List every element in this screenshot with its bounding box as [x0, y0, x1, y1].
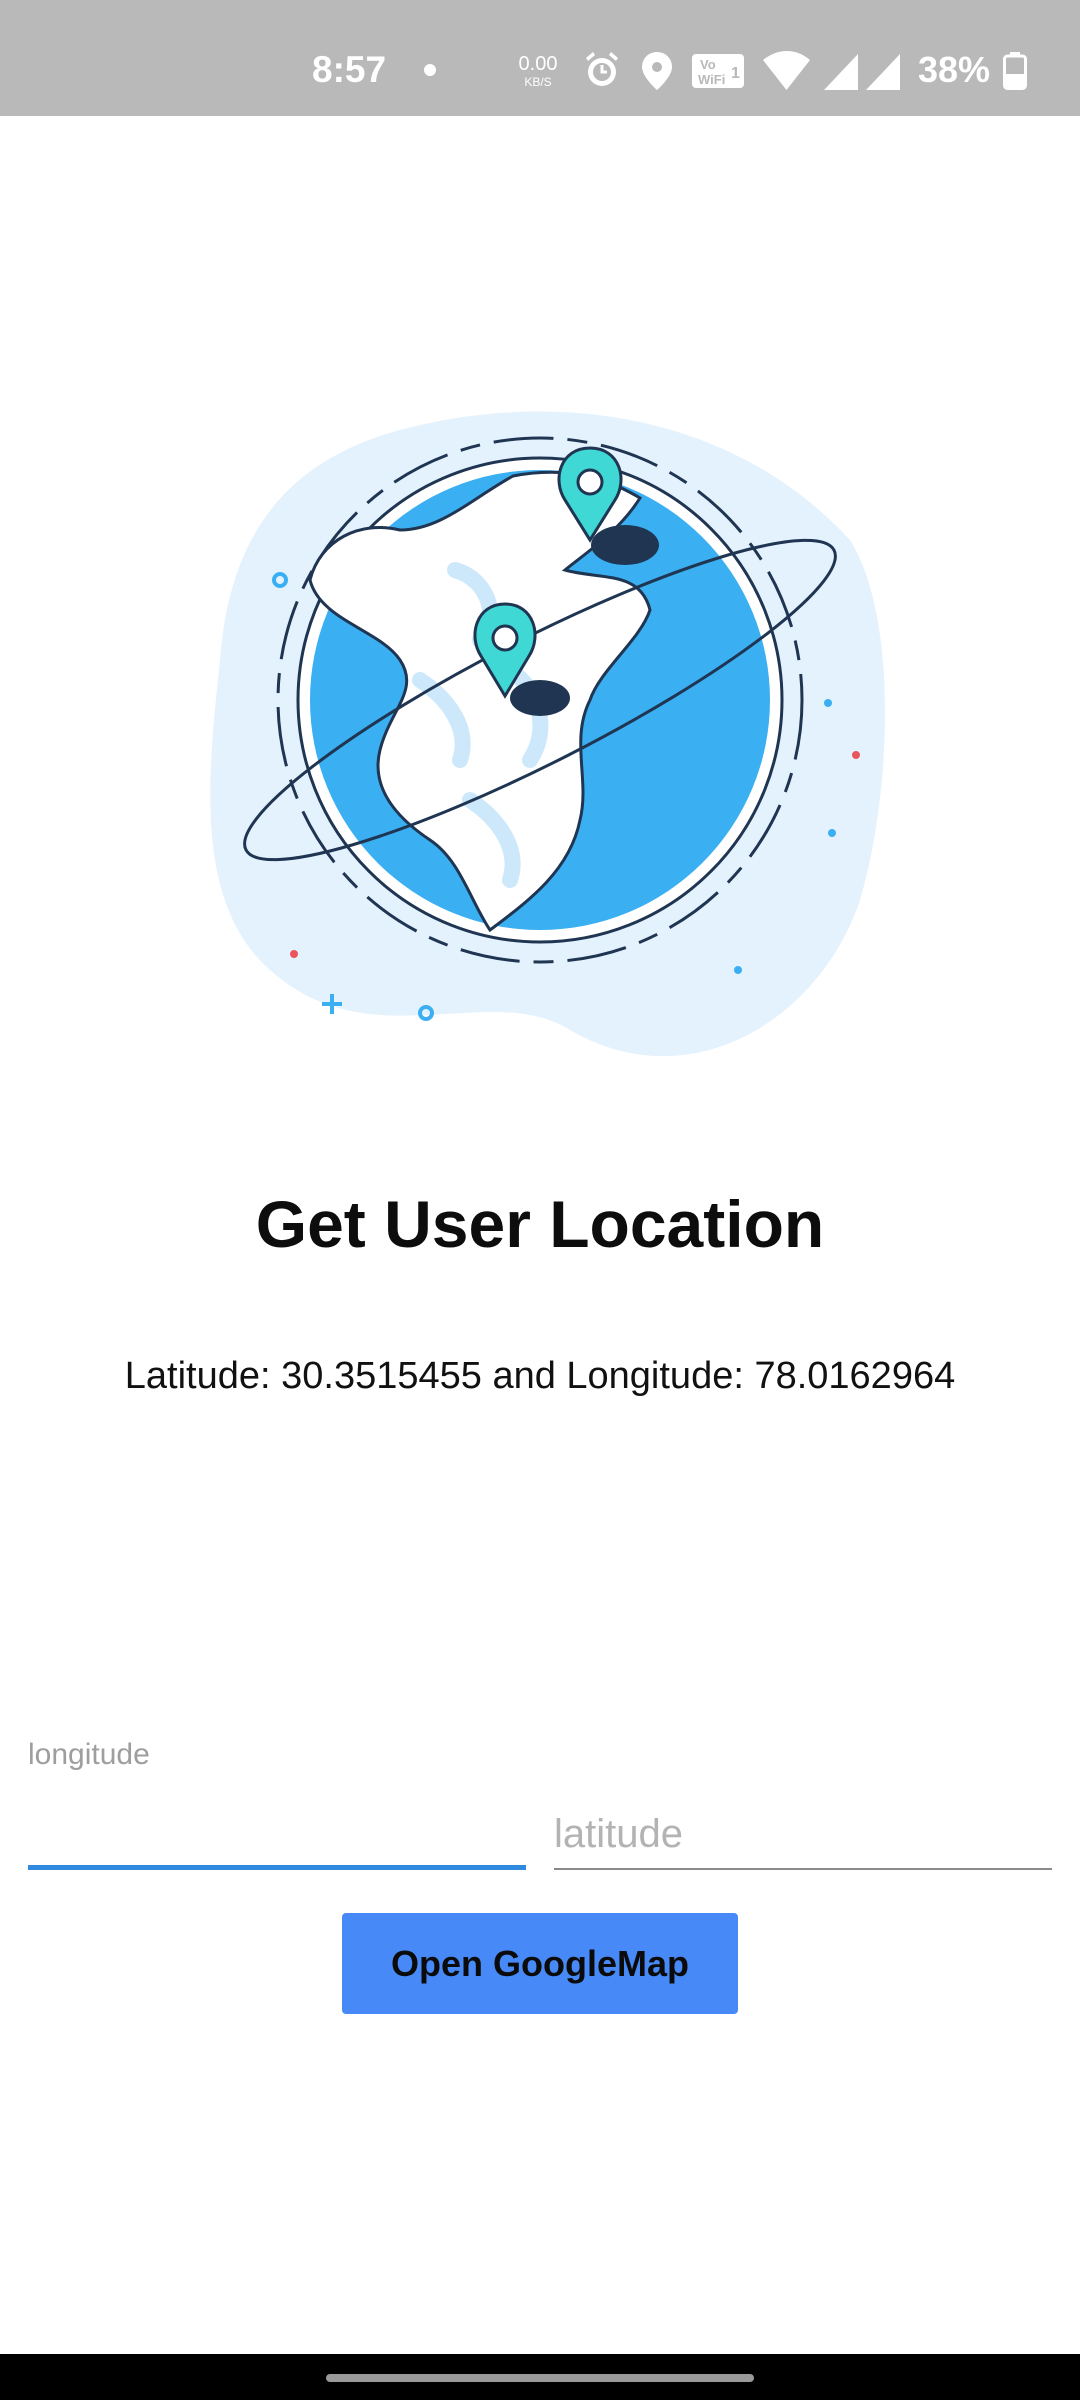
longitude-input[interactable] — [28, 1804, 526, 1864]
latitude-field[interactable] — [554, 1738, 1052, 1870]
globe-illustration — [210, 411, 885, 1057]
vowifi-icon: Vo WiFi 1 — [692, 54, 744, 88]
location-icon — [642, 52, 672, 90]
status-bar: 8:57 0.00 KB/S Vo WiFi 1 38% — [0, 0, 1080, 116]
battery-percent: 38% — [918, 49, 991, 90]
status-icons: Vo WiFi 1 — [586, 51, 900, 90]
network-speed: 0.00 KB/S — [512, 54, 564, 88]
network-speed-value: 0.00 — [518, 53, 558, 75]
coordinates-text: Latitude: 30.3515455 and Longitude: 78.0… — [124, 1355, 956, 1397]
status-time: 8:57 — [312, 49, 387, 90]
notification-dot-icon — [424, 64, 436, 76]
page-title: Get User Location — [255, 1187, 825, 1261]
latitude-input[interactable] — [554, 1804, 1052, 1864]
open-googlemap-button[interactable]: Open GoogleMap — [342, 1913, 738, 2014]
longitude-field[interactable]: longitude — [28, 1738, 526, 1870]
signal-icon-2 — [866, 54, 900, 90]
navigation-bar — [0, 2354, 1080, 2400]
svg-text:1: 1 — [731, 65, 740, 82]
home-gesture-handle[interactable] — [326, 2374, 754, 2382]
svg-text:WiFi: WiFi — [698, 72, 725, 87]
network-speed-unit: KB/S — [524, 75, 552, 89]
longitude-underline — [28, 1865, 526, 1870]
battery-icon — [1003, 52, 1027, 90]
latitude-underline — [554, 1868, 1052, 1870]
signal-icon — [824, 54, 858, 90]
alarm-icon — [586, 52, 618, 86]
svg-text:Vo: Vo — [700, 57, 716, 72]
longitude-label: longitude — [28, 1738, 150, 1771]
wifi-icon — [763, 51, 810, 90]
